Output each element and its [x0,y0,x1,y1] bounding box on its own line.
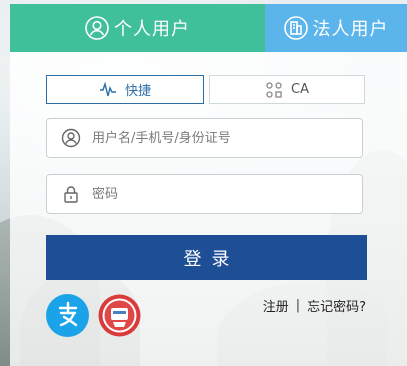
user-icon [85,16,109,40]
tab-personal-label: 个人用户 [114,19,190,40]
register-link[interactable]: 注册 [263,296,289,315]
pulse-icon [99,80,117,99]
password-field-wrapper [46,174,363,214]
fast-login-label: 快捷 [124,84,151,99]
account-links: 注册 | 忘记密码? [263,296,366,315]
link-separator: | [295,298,301,313]
building-icon [283,16,308,40]
login-button[interactable]: 登录 [46,235,367,280]
social-security-login-button[interactable] [98,294,141,337]
social-security-icon [98,294,141,337]
fast-login-button[interactable]: 快捷 [46,75,204,104]
user-circle-icon [61,128,81,148]
alipay-icon [54,300,82,332]
tab-personal-user[interactable]: 个人用户 [10,4,265,52]
forgot-password-link[interactable]: 忘记密码? [307,296,366,315]
ca-dots-icon [265,81,283,99]
tab-legal-label: 法人用户 [312,19,389,40]
alipay-login-button[interactable] [46,294,89,337]
password-input[interactable] [92,175,362,213]
tab-legal-user[interactable]: 法人用户 [265,4,407,52]
username-field-wrapper [46,118,363,158]
ca-login-label: CA [291,82,309,97]
username-input[interactable] [92,119,362,157]
ca-login-button[interactable]: CA [209,75,365,104]
lock-icon [61,184,81,204]
